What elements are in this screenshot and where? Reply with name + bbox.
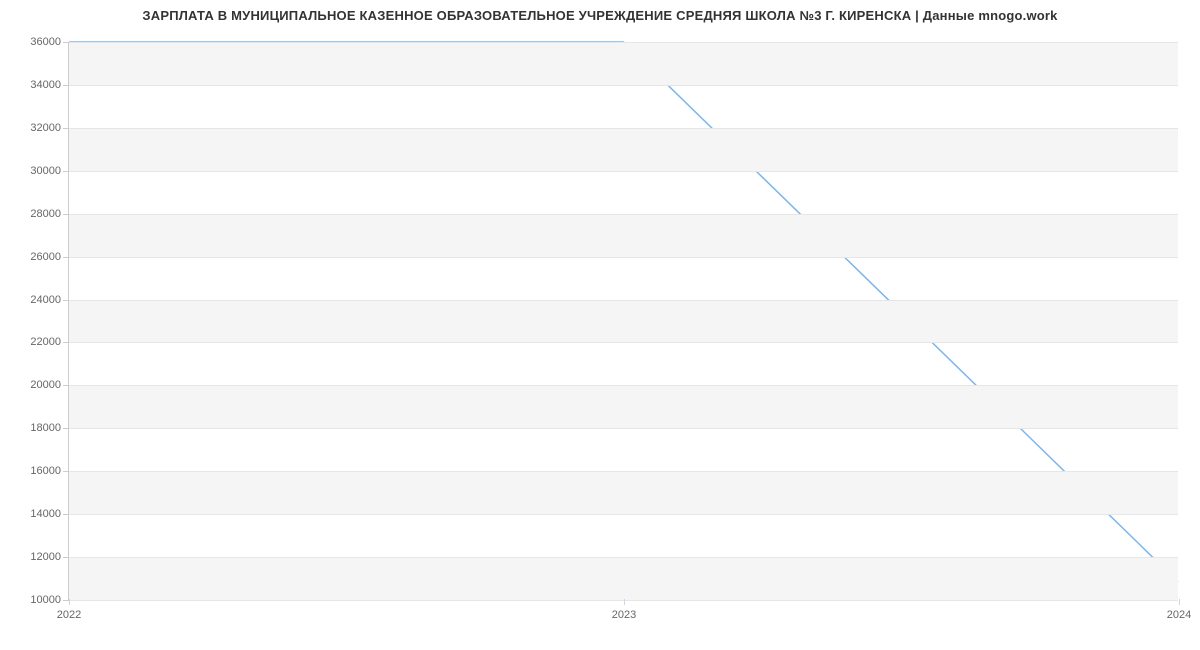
y-gridline xyxy=(69,342,1178,343)
y-gridline xyxy=(69,514,1178,515)
y-tick xyxy=(63,128,69,129)
y-gridline xyxy=(69,171,1178,172)
y-tick xyxy=(63,385,69,386)
x-tick-label: 2022 xyxy=(57,609,81,621)
y-gridline xyxy=(69,428,1178,429)
x-tick-label: 2024 xyxy=(1167,609,1191,621)
plot-area: 1000012000140001600018000200002200024000… xyxy=(68,42,1178,600)
y-gridline xyxy=(69,85,1178,86)
y-gridline xyxy=(69,471,1178,472)
y-tick-label: 22000 xyxy=(17,336,61,348)
y-tick xyxy=(63,214,69,215)
plot-band xyxy=(69,300,1178,343)
y-tick-label: 10000 xyxy=(17,594,61,606)
y-tick-label: 24000 xyxy=(17,294,61,306)
y-tick-label: 16000 xyxy=(17,465,61,477)
y-tick-label: 26000 xyxy=(17,251,61,263)
plot-band xyxy=(69,128,1178,171)
y-gridline xyxy=(69,128,1178,129)
y-tick-label: 36000 xyxy=(17,36,61,48)
y-gridline xyxy=(69,214,1178,215)
y-gridline xyxy=(69,300,1178,301)
y-tick-label: 14000 xyxy=(17,508,61,520)
y-gridline xyxy=(69,257,1178,258)
y-tick-label: 28000 xyxy=(17,208,61,220)
y-tick xyxy=(63,257,69,258)
y-tick-label: 18000 xyxy=(17,422,61,434)
plot-band xyxy=(69,471,1178,514)
y-gridline xyxy=(69,42,1178,43)
y-tick-label: 34000 xyxy=(17,79,61,91)
y-tick xyxy=(63,85,69,86)
y-tick xyxy=(63,471,69,472)
y-tick-label: 32000 xyxy=(17,122,61,134)
y-tick xyxy=(63,171,69,172)
chart-container: ЗАРПЛАТА В МУНИЦИПАЛЬНОЕ КАЗЕННОЕ ОБРАЗО… xyxy=(0,0,1200,650)
y-tick xyxy=(63,42,69,43)
plot-band xyxy=(69,557,1178,600)
plot-band xyxy=(69,214,1178,257)
plot-band xyxy=(69,385,1178,428)
y-gridline xyxy=(69,385,1178,386)
y-gridline xyxy=(69,557,1178,558)
x-tick-label: 2023 xyxy=(612,609,636,621)
y-tick xyxy=(63,514,69,515)
y-tick xyxy=(63,557,69,558)
y-tick-label: 20000 xyxy=(17,379,61,391)
x-tick xyxy=(1179,599,1180,605)
y-tick-label: 12000 xyxy=(17,551,61,563)
y-tick-label: 30000 xyxy=(17,165,61,177)
plot-band xyxy=(69,42,1178,85)
chart-title: ЗАРПЛАТА В МУНИЦИПАЛЬНОЕ КАЗЕННОЕ ОБРАЗО… xyxy=(0,8,1200,23)
x-tick xyxy=(69,599,70,605)
x-tick xyxy=(624,599,625,605)
y-tick xyxy=(63,342,69,343)
y-tick xyxy=(63,300,69,301)
y-tick xyxy=(63,428,69,429)
